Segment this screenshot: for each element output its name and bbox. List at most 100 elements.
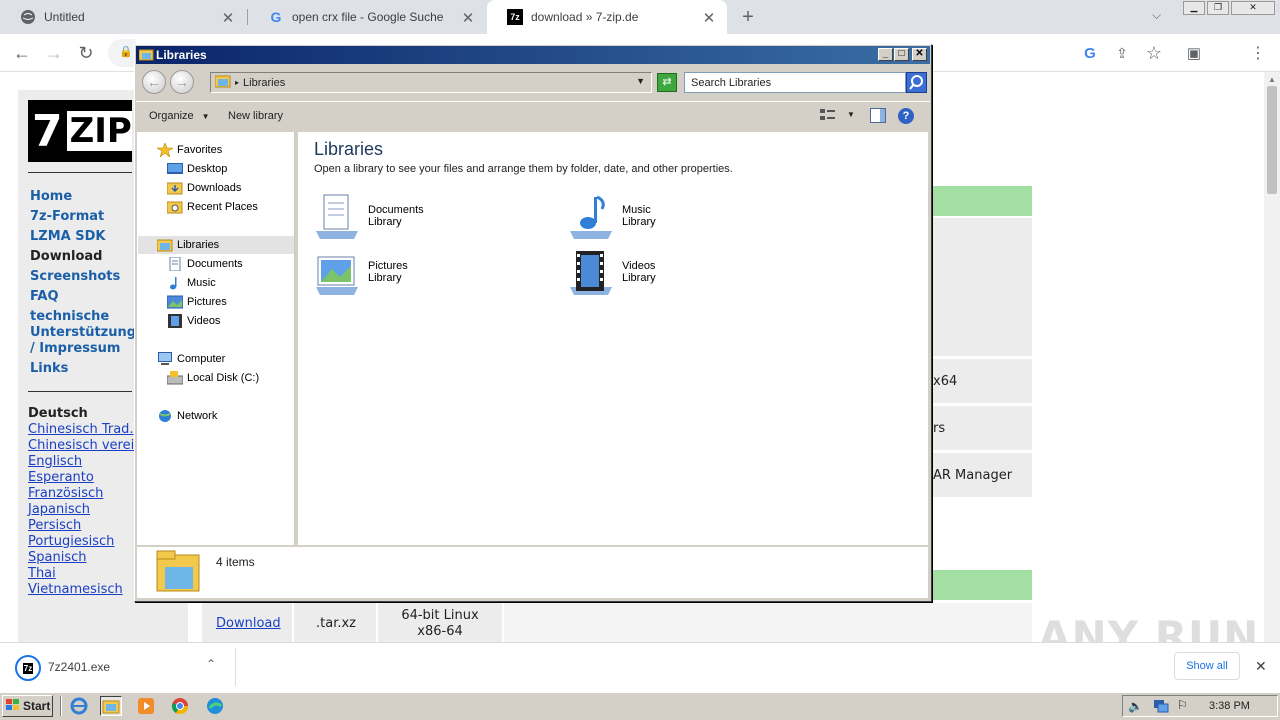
chevron-down-icon: ▼ <box>201 112 210 121</box>
close-tab-icon[interactable]: ✕ <box>701 9 717 27</box>
tab-label: download » 7-zip.de <box>531 10 639 24</box>
new-tab-button[interactable]: + <box>738 6 758 28</box>
refresh-icon[interactable]: ⇄ <box>657 73 677 92</box>
scrollbar-thumb[interactable] <box>1267 86 1277 194</box>
share-icon[interactable]: ⇪ <box>1110 41 1134 65</box>
organize-button[interactable]: Organize ▼ <box>149 110 210 122</box>
tab-search-chevron-icon[interactable]: ⌵ <box>1152 8 1161 23</box>
nav-links[interactable]: Links <box>30 361 68 376</box>
nav-desktop[interactable]: Desktop <box>167 162 227 176</box>
close-window-icon[interactable]: ✕ <box>1231 1 1275 15</box>
nav-lzma-sdk[interactable]: LZMA SDK <box>30 229 105 244</box>
address-bar[interactable]: ▸ Libraries ▼ <box>210 72 652 93</box>
close-tab-icon[interactable]: ✕ <box>460 9 476 27</box>
help-icon[interactable]: ? <box>898 108 914 124</box>
forward-arrow-icon[interactable]: → <box>42 41 66 65</box>
download-link[interactable]: Download <box>216 616 281 631</box>
lang-link[interactable]: Vietnamesisch <box>28 582 123 597</box>
media-player-icon[interactable] <box>135 696 157 716</box>
nav-screenshots[interactable]: Screenshots <box>30 269 120 284</box>
library-videos[interactable]: Videos Library <box>568 249 656 295</box>
table-header-green <box>930 570 1032 600</box>
tab-google-search[interactable]: G open crx file - Google Suche ✕ <box>248 0 486 34</box>
lang-link[interactable]: Spanisch <box>28 550 86 565</box>
nav-home[interactable]: Home <box>30 189 72 204</box>
tab-untitled[interactable]: Untitled ✕ <box>0 0 246 34</box>
nav-network[interactable]: Network <box>157 409 217 423</box>
close-tab-icon[interactable]: ✕ <box>220 9 236 27</box>
library-documents[interactable]: Documents Library <box>314 193 424 239</box>
window-controls: ▁ ❐ ✕ <box>1183 1 1277 17</box>
table-cell: rs <box>930 406 1032 450</box>
library-music[interactable]: Music Library <box>568 193 656 239</box>
network-tray-icon[interactable] <box>1153 699 1169 713</box>
library-pictures[interactable]: Pictures Library <box>314 249 408 295</box>
address-dropdown-icon[interactable]: ▼ <box>636 76 645 86</box>
nav-libraries[interactable]: Libraries <box>156 238 219 252</box>
ie-icon[interactable] <box>68 696 90 716</box>
lang-link[interactable]: Esperanto <box>28 470 94 485</box>
nav-favorites[interactable]: Favorites <box>155 142 222 158</box>
view-dropdown-icon[interactable]: ▼ <box>847 110 855 119</box>
nav-downloads[interactable]: Downloads <box>166 181 241 195</box>
nav-support-line1[interactable]: technische <box>30 309 109 324</box>
nav-local-disk[interactable]: Local Disk (C:) <box>166 371 259 385</box>
lang-link[interactable]: Chinesisch Trad. <box>28 422 134 437</box>
nav-faq[interactable]: FAQ <box>30 289 59 304</box>
start-button[interactable]: Start <box>2 695 53 717</box>
lang-link[interactable]: Englisch <box>28 454 82 469</box>
bookmark-star-icon[interactable]: ☆ <box>1142 41 1166 65</box>
nav-videos[interactable]: Videos <box>167 314 220 328</box>
nav-pictures[interactable]: Pictures <box>166 295 227 309</box>
lang-link[interactable]: Thai <box>28 566 56 581</box>
minimize-button[interactable]: _ <box>878 48 893 61</box>
lang-link[interactable]: Chinesisch verei <box>28 438 134 453</box>
nav-7z-format[interactable]: 7z-Format <box>30 209 104 224</box>
scroll-up-icon[interactable]: ▲ <box>1268 75 1276 84</box>
minimize-icon[interactable]: ▁ <box>1183 1 1205 15</box>
nav-support-line2[interactable]: Unterstützung <box>30 325 136 340</box>
nav-download[interactable]: Download <box>30 249 102 264</box>
tab-strip: Untitled ✕ G open crx file - Google Such… <box>0 0 1280 34</box>
google-lens-icon[interactable]: G <box>1078 41 1102 65</box>
nav-impressum[interactable]: / Impressum <box>30 341 120 356</box>
explorer-titlebar[interactable]: Libraries <box>136 46 930 64</box>
restore-icon[interactable]: ❐ <box>1207 1 1229 15</box>
nav-computer[interactable]: Computer <box>157 352 225 366</box>
tab-7zip-download[interactable]: 7z download » 7-zip.de ✕ <box>487 0 727 34</box>
lang-link[interactable]: Persisch <box>28 518 81 533</box>
7zip-logo[interactable]: 7 ZIP <box>28 100 132 162</box>
chrome-icon[interactable] <box>169 696 191 716</box>
preview-pane-icon[interactable] <box>870 108 886 123</box>
lang-link[interactable]: Japanisch <box>28 502 90 517</box>
nav-music[interactable]: Music <box>167 276 216 290</box>
close-shelf-icon[interactable]: ✕ <box>1255 658 1267 675</box>
volume-icon[interactable]: 🔈 <box>1128 699 1143 713</box>
download-item[interactable]: 7z2401.exe <box>48 660 110 674</box>
chevron-up-icon[interactable]: ⌃ <box>206 657 216 671</box>
maximize-button[interactable]: □ <box>894 48 909 61</box>
explorer-taskbar-icon[interactable] <box>100 696 122 716</box>
videos-library-icon <box>568 249 614 295</box>
new-library-button[interactable]: New library <box>228 110 283 122</box>
search-input[interactable]: Search Libraries <box>684 72 906 93</box>
edge-icon[interactable] <box>204 696 226 716</box>
reload-icon[interactable]: ↻ <box>74 41 98 65</box>
search-icon[interactable] <box>906 72 927 93</box>
close-button[interactable]: ✕ <box>912 48 927 61</box>
breadcrumb-arrow-icon[interactable]: ▸ <box>235 78 239 87</box>
omnibox[interactable]: 🔒 <box>108 39 136 67</box>
action-center-flag-icon[interactable]: ⚐ <box>1177 698 1188 712</box>
back-arrow-icon[interactable]: ← <box>10 41 34 65</box>
menu-kebab-icon[interactable]: ⋮ <box>1246 41 1270 65</box>
side-panel-icon[interactable]: ▣ <box>1182 41 1206 65</box>
lang-link[interactable]: Französisch <box>28 486 103 501</box>
nav-recent-places[interactable]: Recent Places <box>166 200 258 214</box>
nav-documents[interactable]: Documents <box>167 256 243 272</box>
tab-label: open crx file - Google Suche <box>292 10 444 24</box>
show-all-button[interactable]: Show all <box>1174 652 1240 680</box>
back-button-icon[interactable]: ← <box>142 70 166 94</box>
view-options-icon[interactable] <box>820 108 836 122</box>
forward-button-icon[interactable]: → <box>170 70 194 94</box>
lang-link[interactable]: Portugiesisch <box>28 534 114 549</box>
